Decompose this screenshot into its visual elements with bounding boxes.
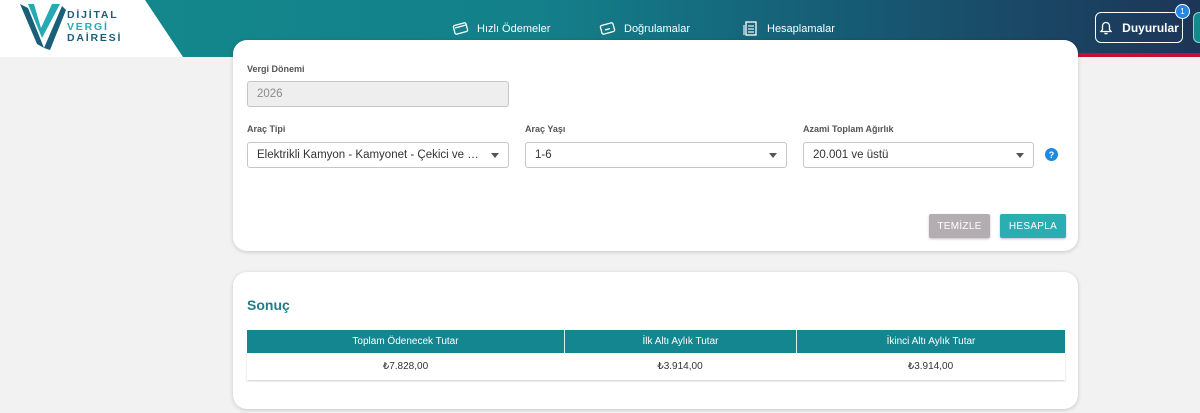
vehicle-type-value: Elektrikli Kamyon - Kamyonet - Çekici ve… — [257, 149, 482, 161]
period-field: 2026 — [247, 81, 509, 107]
nav-label: Doğrulamalar — [624, 22, 691, 35]
cell-total: ₺7.828,00 — [382, 361, 429, 372]
max-weight-select[interactable]: 20.001 ve üstü — [803, 142, 1034, 168]
max-weight-value: 20.001 ve üstü — [813, 149, 889, 161]
column-header-total: Toplam Ödenecek Tutar — [352, 336, 459, 347]
ticket-icon — [599, 22, 616, 35]
result-table-header: Toplam Ödenecek Tutar İlk Altı Aylık Tut… — [247, 330, 1065, 353]
column-header-first-half: İlk Altı Aylık Tutar — [564, 330, 796, 353]
announcements-label: Duyurular — [1122, 20, 1179, 35]
logo-line-1: DİJİTAL — [67, 9, 119, 21]
receipt-icon — [743, 21, 757, 36]
logo-text: DİJİTAL VERGİ DAİRESİ — [67, 9, 123, 45]
chevron-down-icon — [769, 153, 777, 158]
vehicle-age-value: 1-6 — [535, 149, 552, 161]
nav-label: Hızlı Ödemeler — [477, 22, 551, 35]
logo[interactable]: DİJİTAL VERGİ DAİRESİ — [0, 0, 185, 57]
clear-button[interactable]: TEMİZLE — [929, 214, 990, 238]
vehicle-age-select[interactable]: 1-6 — [525, 142, 787, 168]
result-table: Toplam Ödenecek Tutar İlk Altı Aylık Tut… — [247, 330, 1065, 380]
max-weight-label: Azami Toplam Ağırlık — [803, 124, 894, 134]
period-value: 2026 — [257, 88, 283, 100]
table-row: ₺7.828,00 ₺3.914,00 ₺3.914,00 — [247, 353, 1065, 380]
column-header-second-half: İkinci Altı Aylık Tutar — [796, 330, 1065, 353]
cell-first-half: ₺3.914,00 — [657, 361, 703, 372]
cell-second-half: ₺3.914,00 — [907, 361, 954, 372]
bell-icon — [1099, 21, 1113, 34]
announcements-badge: 1 — [1175, 4, 1190, 19]
result-title: Sonuç — [247, 297, 290, 313]
chevron-down-icon — [491, 153, 499, 158]
side-edge-tab[interactable] — [1193, 12, 1200, 43]
logo-line-3: DAİRESİ — [67, 32, 123, 44]
card-icon — [452, 22, 469, 35]
chevron-down-icon — [1016, 153, 1024, 158]
period-label: Vergi Dönemi — [247, 64, 305, 74]
nav-label: Hesaplamalar — [767, 22, 835, 35]
calculate-button[interactable]: HESAPLA — [1000, 214, 1066, 238]
vehicle-type-label: Araç Tipi — [247, 124, 286, 134]
help-icon[interactable]: ? — [1045, 148, 1058, 161]
vehicle-age-label: Araç Yaşı — [525, 124, 566, 134]
vehicle-type-select[interactable]: Elektrikli Kamyon - Kamyonet - Çekici ve… — [247, 142, 509, 168]
announcements-button[interactable]: Duyurular — [1095, 12, 1183, 43]
scrollbar[interactable] — [1186, 57, 1200, 413]
